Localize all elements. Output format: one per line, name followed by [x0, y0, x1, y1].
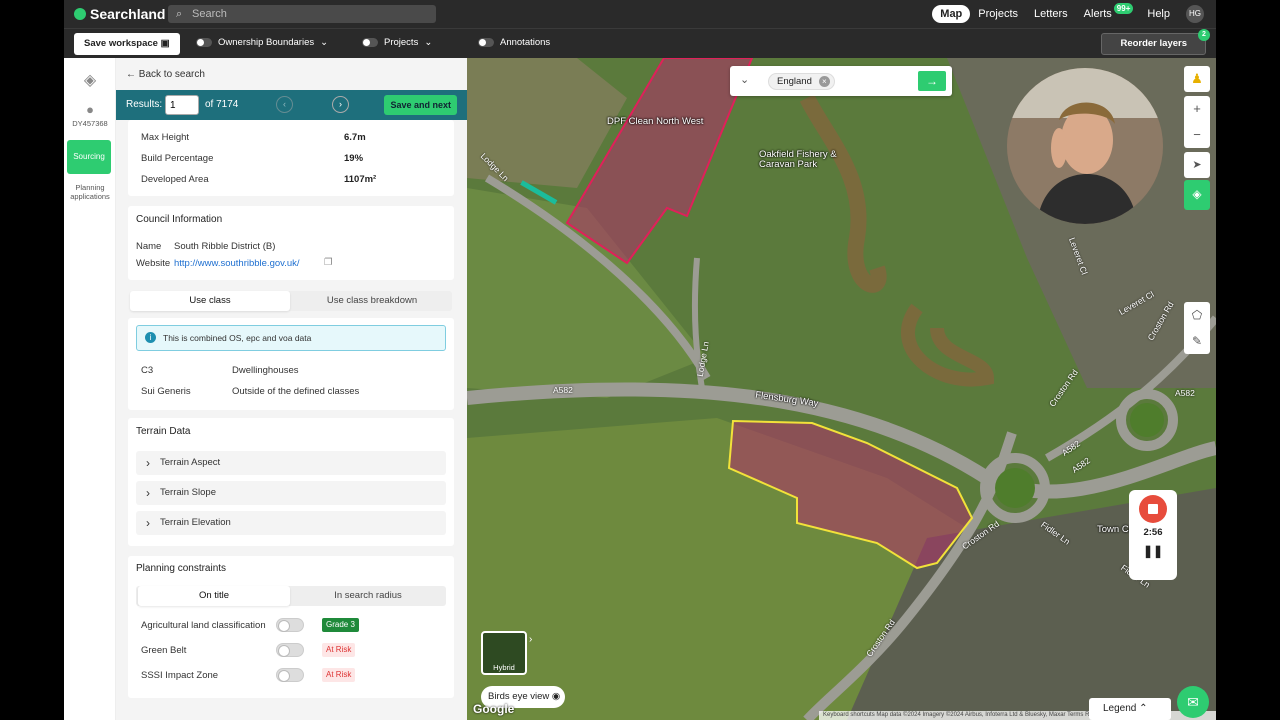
terrain-aspect-accordion[interactable]: Terrain Aspect [136, 451, 446, 475]
presenter-image [1007, 68, 1163, 224]
search-icon: ⌕ [176, 8, 183, 20]
global-search[interactable]: ⌕ Search [168, 5, 436, 23]
status-badge: At Risk [322, 668, 356, 682]
google-logo: Google [473, 702, 515, 716]
use-class-tabs: Use class Use class breakdown [130, 291, 452, 311]
nav-help[interactable]: Help [1139, 5, 1178, 23]
agricultural-toggle[interactable] [276, 618, 304, 632]
ownership-boundaries-toggle[interactable]: Ownership Boundaries ⌄ [196, 37, 328, 48]
hybrid-toggle[interactable]: Hybrid [481, 631, 527, 675]
terrain-card: Terrain Data Terrain Aspect Terrain Slop… [128, 418, 454, 546]
save-and-next-button[interactable]: Save and next [384, 95, 457, 115]
toggle-switch[interactable] [196, 38, 212, 47]
sssi-toggle[interactable] [276, 668, 304, 682]
results-bar: Results: of 7174 ‹ › Save and next [116, 90, 467, 120]
road-label: A582 [1175, 388, 1195, 398]
layer-count-badge: 2 [1198, 29, 1210, 41]
locate-icon[interactable]: ➤ [1184, 152, 1210, 178]
top-bar: Searchland ⌕ Search Map Projects Letters … [64, 0, 1216, 28]
annotations-toggle[interactable]: Annotations [478, 37, 550, 48]
tab-use-class[interactable]: Use class [130, 291, 290, 311]
tab-use-class-breakdown[interactable]: Use class breakdown [292, 291, 452, 311]
map-label-oakfield: Oakfield Fishery & Caravan Park [759, 149, 837, 170]
user-icon[interactable]: ● [64, 102, 116, 117]
nav-map[interactable]: Map [932, 5, 971, 23]
searchland-logo[interactable]: Searchland [74, 6, 165, 22]
info-banner: i This is combined OS, epc and voa data [136, 325, 446, 351]
stop-recording-button[interactable] [1139, 495, 1167, 523]
result-index-input[interactable] [165, 95, 199, 115]
eye-icon: ◉ [551, 691, 561, 702]
map-view[interactable]: DPF Clean North West Oakfield Fishery & … [467, 58, 1216, 720]
left-rail: ◈ ● DY457368 Sourcing Planning applicati… [64, 58, 116, 720]
tab-in-search-radius[interactable]: In search radius [292, 586, 444, 606]
use-class-body: i This is combined OS, epc and voa data C… [128, 318, 454, 410]
location-chip[interactable]: England × [768, 73, 835, 90]
main-nav: Map Projects Letters Alerts 99+ Help HG [932, 0, 1216, 28]
planning-card: Planning constraints On title In search … [128, 556, 454, 698]
status-badge: At Risk [322, 643, 356, 657]
polygon-icon[interactable]: ⬠ [1184, 302, 1210, 328]
save-workspace-button[interactable]: Save workspace ▣ [74, 33, 180, 55]
close-icon[interactable]: × [818, 76, 830, 87]
layers-on-button[interactable]: ◈ [1184, 180, 1210, 210]
chevron-down-icon[interactable]: ⌄ [740, 73, 749, 86]
planning-applications-tab[interactable]: Planning applications [64, 183, 116, 201]
save-icon: ▣ [160, 38, 170, 49]
go-button[interactable]: → [918, 71, 946, 91]
grade-badge: Grade 3 [322, 618, 359, 632]
avatar[interactable]: HG [1186, 5, 1204, 23]
next-result-button[interactable]: › [332, 96, 349, 113]
street-view-icon[interactable]: ♟ [1184, 66, 1210, 92]
property-panel: ← Back to search Results: of 7174 ‹ › Sa… [116, 58, 467, 720]
projects-toggle[interactable]: Projects ⌄ [362, 37, 432, 48]
layers-icon[interactable]: ◈ [64, 70, 116, 90]
zoom-out-button[interactable]: − [1184, 122, 1210, 148]
toggle-switch[interactable] [362, 38, 378, 47]
council-website-link[interactable]: http://www.southribble.gov.uk/ [174, 258, 300, 269]
recording-timer: 2:56 [1143, 527, 1163, 538]
planning-tabs: On title In search radius [136, 586, 446, 606]
webcam-overlay [1007, 68, 1163, 224]
building-card: Max Height 6.7m Build Percentage 19% Dev… [128, 120, 454, 196]
legend-button[interactable]: Legend ⌃ [1089, 698, 1171, 720]
tab-on-title[interactable]: On title [138, 586, 290, 606]
terrain-elevation-accordion[interactable]: Terrain Elevation [136, 511, 446, 535]
copy-icon[interactable]: ❐ [324, 257, 333, 268]
map-label-dpf: DPF Clean North West [607, 116, 704, 127]
chevron-down-icon: ⌄ [424, 37, 433, 48]
zoom-in-button[interactable]: + [1184, 96, 1210, 122]
arrow-left-icon: ← [126, 69, 136, 80]
user-id: DY457368 [72, 119, 108, 128]
info-icon: i [145, 332, 156, 343]
zoom-controls: + − [1184, 96, 1210, 148]
chevron-right-icon[interactable]: › [529, 634, 532, 645]
sourcing-tab[interactable]: Sourcing [67, 140, 111, 174]
ruler-icon[interactable]: ✎ [1184, 328, 1210, 354]
council-title: Council Information [136, 214, 223, 225]
green-belt-toggle[interactable] [276, 643, 304, 657]
reorder-layers-button[interactable]: Reorder layers 2 [1101, 29, 1210, 55]
toggle-switch[interactable] [478, 38, 494, 47]
map-search-box[interactable]: ⌄ England × → [730, 66, 952, 96]
map-toolbar: Save workspace ▣ Ownership Boundaries ⌄ P… [64, 28, 1216, 58]
chevron-up-icon: ⌃ [1139, 703, 1148, 714]
chevron-down-icon: ⌄ [320, 37, 329, 48]
nav-projects[interactable]: Projects [970, 5, 1026, 23]
chat-icon[interactable]: ✉ [1177, 686, 1209, 718]
back-to-search-link[interactable]: ← Back to search [126, 69, 205, 80]
council-card: Council Information Name South Ribble Di… [128, 206, 454, 280]
alerts-badge: 99+ [1113, 2, 1134, 14]
recording-widget: 2:56 ❚❚ [1129, 490, 1177, 580]
logo-icon [74, 8, 86, 20]
terrain-slope-accordion[interactable]: Terrain Slope [136, 481, 446, 505]
nav-letters[interactable]: Letters [1026, 5, 1076, 23]
road-label: A582 [553, 385, 573, 395]
draw-tools: ⬠ ✎ [1184, 302, 1210, 354]
prev-result-button[interactable]: ‹ [276, 96, 293, 113]
pause-icon[interactable]: ❚❚ [1129, 544, 1177, 558]
